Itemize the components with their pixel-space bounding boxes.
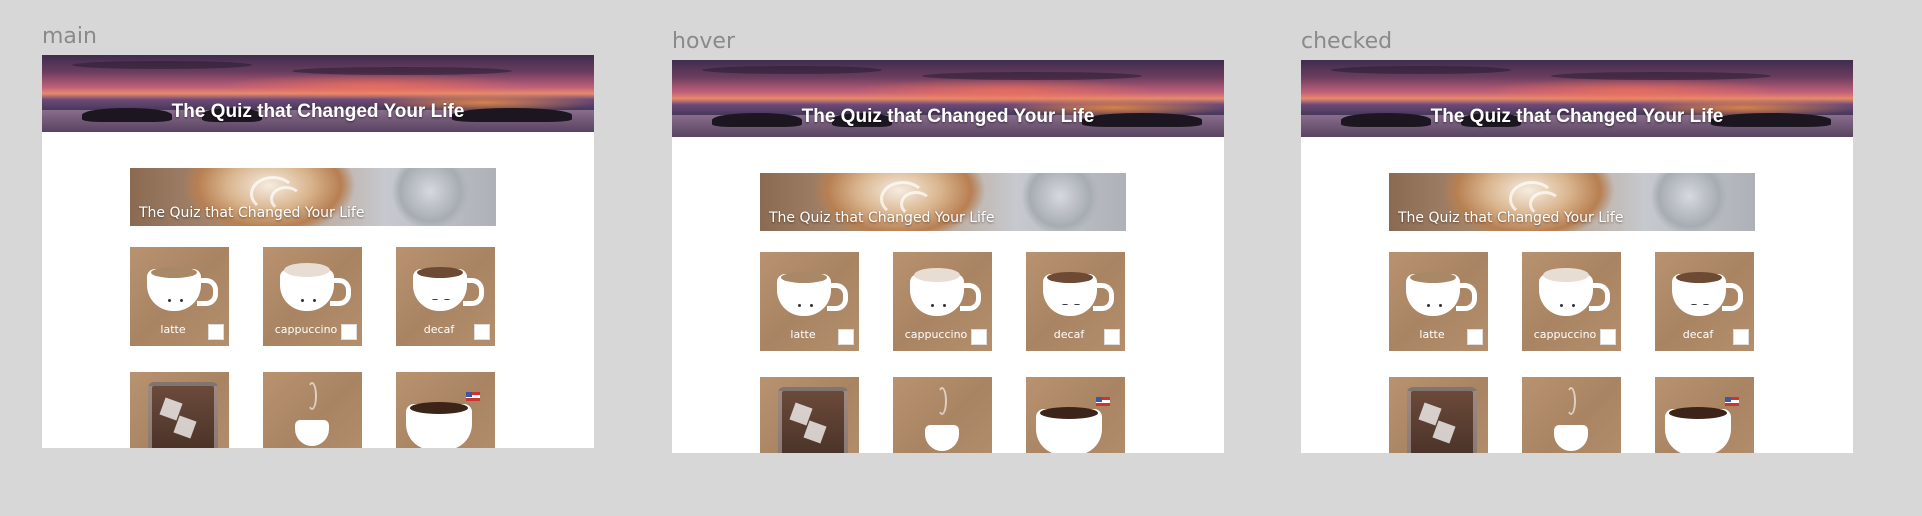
option-label: cappuccino xyxy=(1533,328,1597,341)
hero-title: The Quiz that Changed Your Life xyxy=(171,101,465,122)
option-checkbox[interactable] xyxy=(838,329,854,345)
option-decaf[interactable]: decaf xyxy=(396,247,495,346)
option-decaf[interactable]: decaf xyxy=(1026,252,1125,351)
option-americano[interactable] xyxy=(1655,377,1754,453)
hero-title: The Quiz that Changed Your Life xyxy=(801,106,1095,127)
frame-label-hover: hover xyxy=(672,29,736,54)
quiz-page-hover: The Quiz that Changed Your Life The Quiz… xyxy=(672,60,1224,453)
banner-text: The Quiz that Changed Your Life xyxy=(1398,210,1624,226)
option-label: cappuccino xyxy=(274,323,338,336)
option-cappuccino[interactable]: cappuccino xyxy=(263,247,362,346)
option-latte[interactable]: latte xyxy=(1389,252,1488,351)
option-checkbox[interactable] xyxy=(971,329,987,345)
option-espresso[interactable] xyxy=(893,377,992,453)
iced-coffee-icon xyxy=(1407,387,1477,453)
flag-icon xyxy=(1096,397,1110,406)
option-decaf[interactable]: decaf xyxy=(1655,252,1754,351)
flag-icon xyxy=(466,392,480,401)
option-checkbox[interactable] xyxy=(1467,329,1483,345)
option-iced-coffee[interactable] xyxy=(1389,377,1488,453)
banner-text: The Quiz that Changed Your Life xyxy=(139,205,365,221)
option-cappuccino[interactable]: cappuccino xyxy=(1522,252,1621,351)
hero-header: The Quiz that Changed Your Life xyxy=(42,55,594,132)
hero-header: The Quiz that Changed Your Life xyxy=(672,60,1224,137)
option-checkbox[interactable] xyxy=(1733,329,1749,345)
option-label: cappuccino xyxy=(904,328,968,341)
option-label: latte xyxy=(790,328,816,341)
option-checkbox[interactable] xyxy=(208,324,224,340)
option-checkbox[interactable] xyxy=(474,324,490,340)
option-label: latte xyxy=(1419,328,1445,341)
option-label: latte xyxy=(160,323,186,336)
quiz-page-checked: The Quiz that Changed Your Life The Quiz… xyxy=(1301,60,1853,453)
option-americano[interactable] xyxy=(396,372,495,448)
espresso-cup-icon xyxy=(925,425,959,451)
espresso-cup-icon xyxy=(1554,425,1588,451)
frame-label-main: main xyxy=(42,24,97,49)
option-latte[interactable]: latte xyxy=(760,252,859,351)
iced-coffee-icon xyxy=(778,387,848,453)
option-label: decaf xyxy=(1053,328,1085,341)
flag-icon xyxy=(1725,397,1739,406)
espresso-cup-icon xyxy=(295,420,329,446)
option-label: decaf xyxy=(1682,328,1714,341)
option-iced-coffee[interactable] xyxy=(130,372,229,448)
option-checkbox[interactable] xyxy=(341,324,357,340)
option-cappuccino[interactable]: cappuccino xyxy=(893,252,992,351)
coffee-banner: The Quiz that Changed Your Life xyxy=(130,168,496,226)
iced-coffee-icon xyxy=(148,382,218,448)
option-checkbox[interactable] xyxy=(1600,329,1616,345)
option-americano[interactable] xyxy=(1026,377,1125,453)
quiz-page-main: The Quiz that Changed Your Life The Quiz… xyxy=(42,55,594,448)
hero-header: The Quiz that Changed Your Life xyxy=(1301,60,1853,137)
option-espresso[interactable] xyxy=(263,372,362,448)
option-label: decaf xyxy=(423,323,455,336)
option-latte[interactable]: latte xyxy=(130,247,229,346)
banner-text: The Quiz that Changed Your Life xyxy=(769,210,995,226)
coffee-banner: The Quiz that Changed Your Life xyxy=(1389,173,1755,231)
option-checkbox[interactable] xyxy=(1104,329,1120,345)
hero-title: The Quiz that Changed Your Life xyxy=(1430,106,1724,127)
option-espresso[interactable] xyxy=(1522,377,1621,453)
option-iced-coffee[interactable] xyxy=(760,377,859,453)
frame-label-checked: checked xyxy=(1301,29,1393,54)
coffee-banner: The Quiz that Changed Your Life xyxy=(760,173,1126,231)
